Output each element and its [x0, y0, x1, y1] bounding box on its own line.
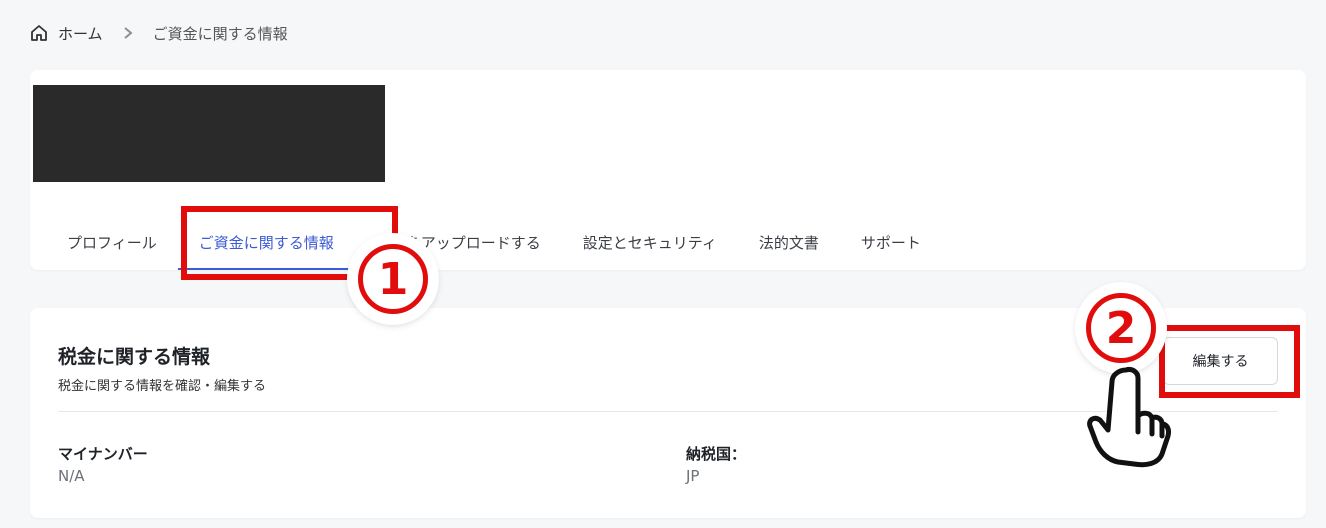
tax-country-label: 納税国：	[686, 445, 747, 463]
tax-info-subtitle: 税金に関する情報を確認・編集する	[58, 379, 267, 394]
breadcrumb-current: ご資金に関する情報	[152, 24, 288, 43]
breadcrumb-home-link[interactable]: ホーム	[58, 23, 103, 44]
tab-legal-documents[interactable]: 法的文書	[738, 215, 840, 270]
tab-support[interactable]: サポート	[840, 215, 942, 270]
tax-country-value: JP	[686, 467, 700, 485]
redacted-account-info	[33, 85, 385, 182]
my-number-value: N/A	[58, 467, 85, 485]
breadcrumb: ホーム ご資金に関する情報	[30, 22, 288, 44]
tab-profile[interactable]: プロフィール	[46, 215, 178, 270]
highlight-box-edit	[1159, 325, 1300, 398]
step-number-2: 2	[1105, 302, 1137, 354]
my-number-label: マイナンバー	[58, 445, 148, 463]
tab-settings-security[interactable]: 設定とセキュリティ	[562, 215, 738, 270]
tax-info-title: 税金に関する情報	[58, 346, 211, 368]
home-icon[interactable]	[30, 24, 48, 42]
chevron-right-icon	[123, 26, 133, 40]
step-number-1: 1	[377, 253, 409, 305]
pointing-hand-icon	[1087, 367, 1171, 468]
step-marker-1: 1	[350, 236, 436, 322]
step-marker-2: 2	[1078, 285, 1164, 371]
